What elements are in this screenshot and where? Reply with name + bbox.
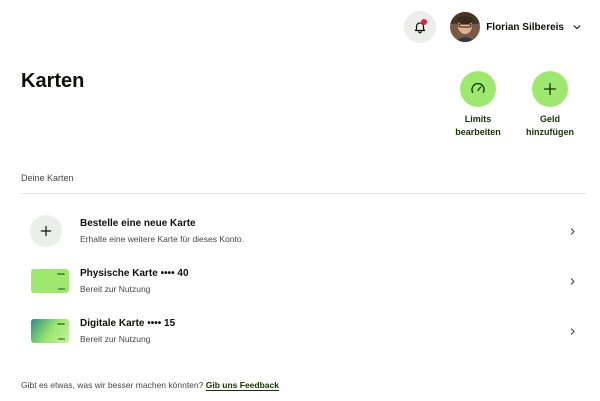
chevron-right-icon [564, 327, 580, 336]
digital-card-row[interactable]: WISE VISA Digitale Karte •••• 15 Bereit … [21, 306, 580, 356]
feedback-text: Gibt es etwas, was wir besser machen kön… [21, 380, 204, 390]
avatar [450, 12, 481, 42]
page-title: Karten [21, 70, 85, 92]
add-money-button[interactable] [532, 71, 568, 107]
section-label: Deine Karten [21, 173, 74, 183]
plus-icon [40, 225, 52, 237]
row-text: Digitale Karte •••• 15 Bereit zur Nutzun… [80, 318, 564, 344]
card-actions: Limits bearbeiten Geld hinzufügen [436, 71, 580, 139]
plus-icon [544, 83, 556, 95]
limits-label: Limits bearbeiten [455, 114, 501, 137]
limits-action[interactable]: Limits bearbeiten [448, 71, 508, 139]
row-subtitle: Bereit zur Nutzung [80, 284, 151, 294]
physical-card-row[interactable]: WISE VISA Physische Karte •••• 40 Bereit… [21, 256, 580, 306]
limits-button[interactable] [460, 71, 496, 107]
feedback-link[interactable]: Gib uns Feedback [206, 380, 279, 390]
row-icon [21, 215, 69, 247]
feedback-prompt: Gibt es etwas, was wir besser machen kön… [21, 380, 279, 390]
row-text: Physische Karte •••• 40 Bereit zur Nutzu… [80, 268, 564, 294]
row-title: Digitale Karte •••• 15 [80, 318, 176, 329]
card-list: Bestelle eine neue Karte Erhalte eine we… [21, 206, 580, 356]
chevron-right-icon [564, 277, 580, 286]
row-subtitle: Erhalte eine weitere Karte für dieses Ko… [80, 234, 244, 244]
divider [21, 193, 586, 194]
row-title: Bestelle eine neue Karte [80, 218, 196, 229]
top-bar: Florian Silbereis [404, 11, 582, 43]
plus-circle [30, 215, 62, 247]
profile-menu[interactable]: Florian Silbereis [450, 12, 582, 42]
chevron-down-icon [573, 25, 581, 30]
speedometer-icon [471, 82, 485, 93]
row-text: Bestelle eine neue Karte Erhalte eine we… [80, 218, 564, 244]
row-icon: WISE VISA [21, 319, 69, 343]
user-name: Florian Silbereis [486, 21, 564, 33]
digital-card-icon: WISE VISA [31, 319, 69, 343]
add-money-action[interactable]: Geld hinzufügen [520, 71, 580, 139]
physical-card-icon: WISE VISA [31, 269, 69, 293]
row-title: Physische Karte •••• 40 [80, 268, 189, 279]
chevron-right-icon [564, 227, 580, 236]
order-card-row[interactable]: Bestelle eine neue Karte Erhalte eine we… [21, 206, 580, 256]
notifications-button[interactable] [404, 11, 437, 43]
row-icon: WISE VISA [21, 269, 69, 293]
row-subtitle: Bereit zur Nutzung [80, 334, 151, 344]
add-money-label: Geld hinzufügen [526, 114, 574, 137]
